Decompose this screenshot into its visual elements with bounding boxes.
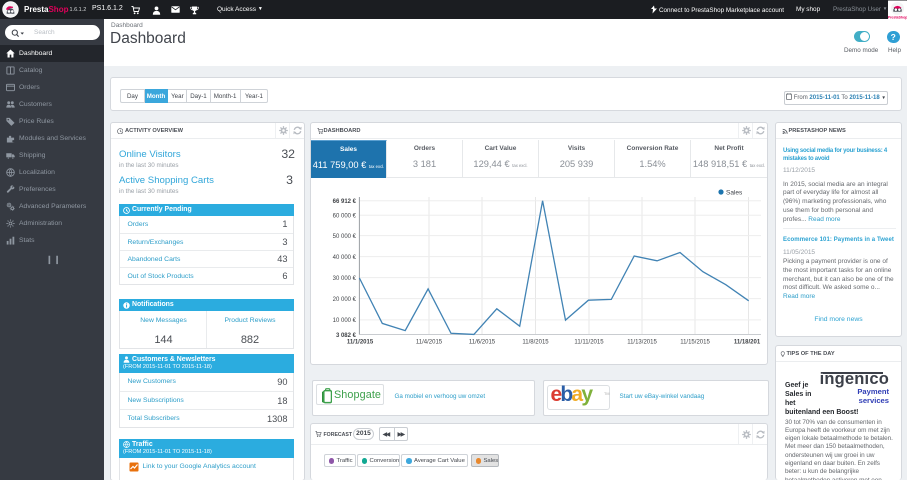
svg-text:11/11/2015: 11/11/2015 bbox=[574, 340, 604, 346]
svg-text:20 000 €: 20 000 € bbox=[333, 297, 357, 303]
svg-text:11/15/2015: 11/15/2015 bbox=[680, 340, 710, 346]
svg-text:11/1/2015: 11/1/2015 bbox=[347, 340, 374, 346]
svg-text:Sales: Sales bbox=[726, 190, 743, 197]
svg-text:40 000 €: 40 000 € bbox=[333, 255, 357, 261]
svg-text:PrestaShop: PrestaShop bbox=[888, 15, 907, 19]
svg-text:60 000 €: 60 000 € bbox=[333, 214, 357, 220]
svg-text:3 082 €: 3 082 € bbox=[336, 333, 357, 339]
svg-text:11/13/2015: 11/13/2015 bbox=[627, 340, 657, 346]
svg-text:10 000 €: 10 000 € bbox=[333, 318, 357, 324]
svg-text:50 000 €: 50 000 € bbox=[333, 234, 357, 240]
svg-text:11/8/2015: 11/8/2015 bbox=[522, 340, 549, 346]
svg-text:66 912 €: 66 912 € bbox=[333, 199, 357, 205]
svg-text:30 000 €: 30 000 € bbox=[333, 276, 357, 282]
svg-text:11/6/2015: 11/6/2015 bbox=[469, 340, 496, 346]
svg-text:11/4/2015: 11/4/2015 bbox=[416, 340, 443, 346]
svg-text:11/18/201: 11/18/201 bbox=[734, 340, 761, 346]
